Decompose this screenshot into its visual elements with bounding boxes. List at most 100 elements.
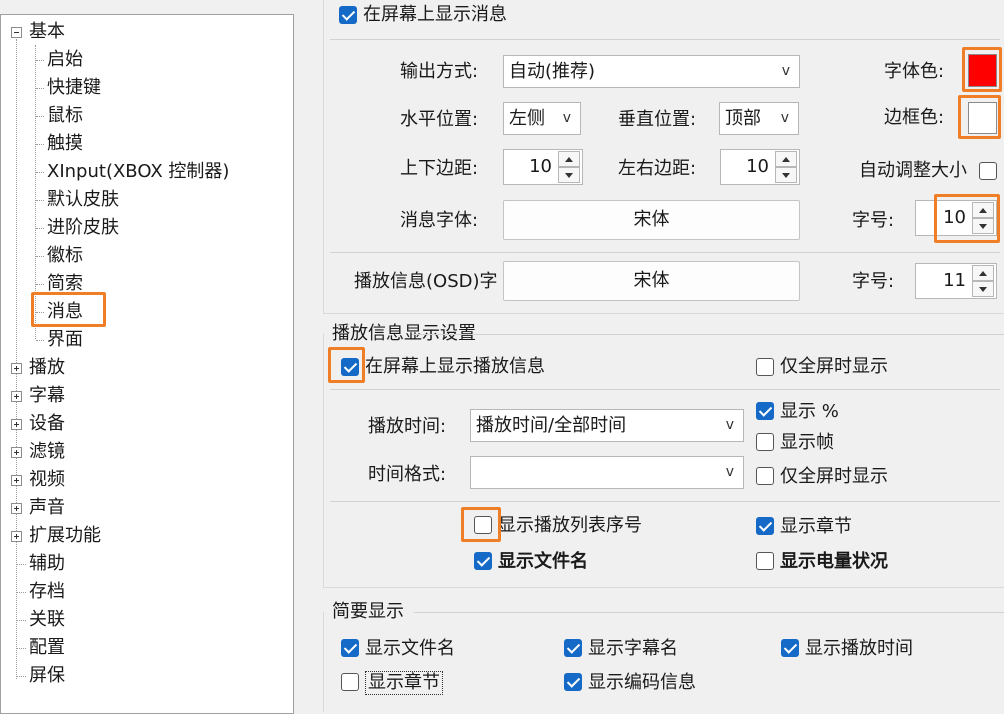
msg-size-label: 字号: xyxy=(852,210,895,231)
tree-item-basic[interactable]: 基本 xyxy=(29,18,65,46)
show-playlist-no-checkbox[interactable] xyxy=(474,516,492,534)
show-percent-label: 显示 % xyxy=(780,401,839,422)
tree-item-subtitles[interactable]: 字幕 xyxy=(29,382,65,410)
brief-group xyxy=(323,612,1004,712)
vmargin-stepper[interactable]: 10 xyxy=(503,149,583,185)
fullscreen-only2-checkbox[interactable] xyxy=(756,467,774,485)
brief-subtitle-checkbox[interactable] xyxy=(564,639,582,657)
spin-up-icon[interactable] xyxy=(775,151,797,167)
tree-item-assist[interactable]: 辅助 xyxy=(29,550,65,578)
tree-item-extensions[interactable]: 扩展功能 xyxy=(29,522,101,550)
show-chapter-label: 显示章节 xyxy=(780,516,852,537)
vpos-label: 垂直位置: xyxy=(618,109,697,130)
border-color-swatch[interactable] xyxy=(968,102,997,134)
tree-item-mouse[interactable]: 鼠标 xyxy=(47,102,83,130)
autosize-checkbox[interactable] xyxy=(979,162,997,180)
chevron-down-icon: v xyxy=(725,464,734,480)
play-font-button[interactable]: 宋体 xyxy=(503,261,800,301)
fullscreen-only2-label: 仅全屏时显示 xyxy=(780,466,888,487)
time-format-select[interactable]: v xyxy=(470,456,744,489)
tree-item-screensaver[interactable]: 屏保 xyxy=(29,662,65,690)
brief-chapter-checkbox[interactable] xyxy=(341,673,359,691)
show-message-checkbox[interactable] xyxy=(339,6,357,24)
font-color-label: 字体色: xyxy=(884,61,945,82)
expand-icon[interactable] xyxy=(11,503,22,514)
expand-icon[interactable] xyxy=(11,363,22,374)
spin-up-icon[interactable] xyxy=(558,151,580,167)
hmargin-label: 左右边距: xyxy=(618,158,697,179)
tree-item-advanced-skin[interactable]: 进阶皮肤 xyxy=(47,214,119,242)
tree-item-association[interactable]: 关联 xyxy=(29,606,65,634)
tree-item-storage[interactable]: 存档 xyxy=(29,578,65,606)
expand-icon[interactable] xyxy=(11,419,22,430)
hmargin-stepper[interactable]: 10 xyxy=(720,149,800,185)
play-time-select[interactable]: 播放时间/全部时间 v xyxy=(470,409,744,442)
play-font-label: 播放信息(OSD)字 xyxy=(354,271,498,292)
spin-up-icon[interactable] xyxy=(972,265,994,281)
show-frame-label: 显示帧 xyxy=(780,432,834,453)
vpos-select[interactable]: 顶部 v xyxy=(719,102,799,135)
tree-guide-line xyxy=(35,45,36,339)
expand-icon[interactable] xyxy=(11,447,22,458)
settings-tree[interactable]: 基本 启始 快捷键 鼠标 触摸 XInput(XBOX 控制器) 默认皮肤 进阶… xyxy=(0,14,294,714)
hmargin-value: 10 xyxy=(746,156,769,177)
expand-icon[interactable] xyxy=(11,475,22,486)
spin-down-icon[interactable] xyxy=(972,218,994,234)
show-playinfo-checkbox[interactable] xyxy=(341,358,359,376)
tree-item-logo[interactable]: 徽标 xyxy=(47,242,83,270)
show-chapter-checkbox[interactable] xyxy=(756,517,774,535)
show-frame-checkbox[interactable] xyxy=(756,433,774,451)
play-size-label: 字号: xyxy=(852,271,895,292)
brief-codec-checkbox[interactable] xyxy=(564,673,582,691)
font-color-swatch[interactable] xyxy=(968,54,997,87)
tree-item-start[interactable]: 启始 xyxy=(47,46,83,74)
tree-item-xinput[interactable]: XInput(XBOX 控制器) xyxy=(47,158,229,186)
output-mode-label: 输出方式: xyxy=(400,61,479,82)
show-battery-label: 显示电量状况 xyxy=(780,551,888,572)
time-format-label: 时间格式: xyxy=(368,464,447,485)
spin-down-icon[interactable] xyxy=(775,167,797,183)
chevron-down-icon: v xyxy=(725,417,734,433)
hpos-select[interactable]: 左侧 v xyxy=(503,102,581,135)
show-battery-checkbox[interactable] xyxy=(756,552,774,570)
expand-icon[interactable] xyxy=(11,531,22,542)
output-mode-select[interactable]: 自动(推荐) v xyxy=(503,55,800,88)
brief-chapter-label: 显示章节 xyxy=(365,671,443,695)
msg-size-stepper[interactable]: 10 xyxy=(915,200,997,236)
tree-item-hotkeys[interactable]: 快捷键 xyxy=(47,74,101,102)
output-mode-value: 自动(推荐) xyxy=(509,61,596,82)
brief-playtime-label: 显示播放时间 xyxy=(805,638,913,659)
play-size-value: 11 xyxy=(943,270,966,291)
vpos-value: 顶部 xyxy=(725,108,761,129)
tree-item-message[interactable]: 消息 xyxy=(47,298,83,326)
spin-up-icon[interactable] xyxy=(972,202,994,218)
collapse-icon[interactable] xyxy=(11,27,22,38)
tree-item-video[interactable]: 视频 xyxy=(29,466,65,494)
tree-item-playback[interactable]: 播放 xyxy=(29,354,65,382)
msg-font-button[interactable]: 宋体 xyxy=(503,200,800,240)
fullscreen-only-checkbox[interactable] xyxy=(756,358,774,376)
tree-item-simple[interactable]: 简索 xyxy=(47,270,83,298)
tree-item-devices[interactable]: 设备 xyxy=(29,410,65,438)
show-filename-checkbox[interactable] xyxy=(474,552,492,570)
show-percent-checkbox[interactable] xyxy=(756,402,774,420)
tree-guide-line xyxy=(16,39,17,679)
tree-item-config[interactable]: 配置 xyxy=(29,634,65,662)
border-color-label: 边框色: xyxy=(884,107,945,128)
play-time-value: 播放时间/全部时间 xyxy=(476,415,627,436)
msg-font-label: 消息字体: xyxy=(400,210,479,231)
tree-item-audio[interactable]: 声音 xyxy=(29,494,65,522)
tree-item-filters[interactable]: 滤镜 xyxy=(29,438,65,466)
tree-item-touch[interactable]: 触摸 xyxy=(47,130,83,158)
tree-item-interface[interactable]: 界面 xyxy=(47,326,83,354)
show-message-label: 在屏幕上显示消息 xyxy=(363,4,507,25)
vmargin-value: 10 xyxy=(529,156,552,177)
expand-icon[interactable] xyxy=(11,391,22,402)
brief-playtime-checkbox[interactable] xyxy=(781,639,799,657)
spin-down-icon[interactable] xyxy=(558,167,580,183)
play-size-stepper[interactable]: 11 xyxy=(915,263,997,299)
spin-down-icon[interactable] xyxy=(972,281,994,297)
tree-item-default-skin[interactable]: 默认皮肤 xyxy=(47,186,119,214)
brief-filename-checkbox[interactable] xyxy=(341,639,359,657)
show-playinfo-label: 在屏幕上显示播放信息 xyxy=(365,356,545,377)
